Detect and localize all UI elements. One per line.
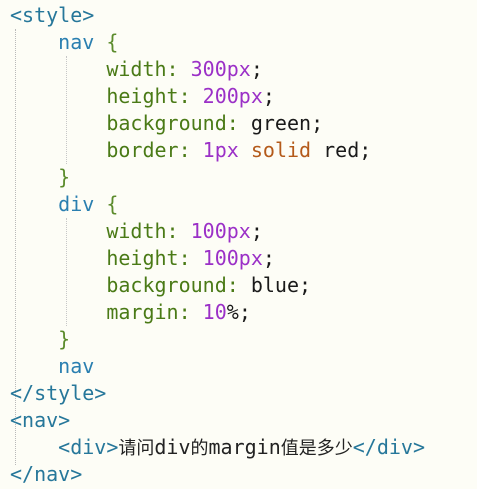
div-close-tag: </div> (352, 435, 426, 459)
question-text: 值是多少 (280, 438, 353, 459)
colon: : (226, 273, 239, 297)
nav-open-tag: <nav> (10, 408, 71, 432)
code-editor[interactable]: <style> nav { width: 300px; height: 200p… (0, 0, 477, 489)
value: blue (250, 273, 300, 297)
code-line[interactable]: border: 1px solid red; (10, 137, 371, 164)
semicolon: ; (250, 219, 263, 243)
unit: px (238, 246, 263, 270)
brace-close: } (58, 327, 71, 351)
code-line[interactable]: background: blue; (10, 272, 311, 299)
width-prop: width (106, 219, 167, 243)
colon: : (178, 138, 191, 162)
code-line[interactable]: width: 300px; (10, 56, 263, 83)
unit: px (238, 84, 263, 108)
code-line[interactable]: nav (10, 353, 94, 380)
nav-close-tag: </nav> (10, 462, 83, 486)
semicolon: ; (262, 246, 275, 270)
code-line[interactable]: height: 100px; (10, 245, 275, 272)
question-text: 的 (190, 438, 209, 459)
code-line[interactable]: div { (10, 191, 118, 218)
colon: : (226, 111, 239, 135)
div-open-tag: <div> (58, 435, 119, 459)
code-line[interactable]: } (10, 326, 70, 353)
semicolon: ; (238, 300, 251, 324)
brace-open: { (106, 192, 119, 216)
semicolon: ; (299, 273, 312, 297)
div-selector: div (58, 192, 95, 216)
height-prop: height (106, 84, 179, 108)
value: red (323, 138, 360, 162)
background-prop: background (106, 111, 227, 135)
brace-close: } (58, 165, 71, 189)
number: 100 (190, 219, 227, 243)
code-line[interactable]: background: green; (10, 110, 323, 137)
colon: : (166, 57, 179, 81)
number: 300 (190, 57, 227, 81)
keyword: solid (250, 138, 312, 162)
code-line[interactable]: </nav> (10, 461, 82, 488)
number: 100 (202, 246, 239, 270)
percent-sign: % (226, 300, 239, 324)
code-line[interactable]: <nav> (10, 407, 70, 434)
question-text: 请问 (118, 438, 155, 459)
semicolon: ; (262, 84, 275, 108)
code-line[interactable]: </style> (10, 380, 106, 407)
code-line[interactable]: } (10, 164, 70, 191)
style-close-tag: </style> (10, 381, 107, 405)
question-text: div (154, 435, 191, 459)
height-prop: height (106, 246, 179, 270)
border-prop: border (106, 138, 179, 162)
nav-selector: nav (58, 30, 95, 54)
code-line[interactable]: <style> (10, 2, 94, 29)
number: 1 (202, 138, 215, 162)
unit: px (226, 219, 251, 243)
code-line[interactable]: height: 200px; (10, 83, 275, 110)
code-line[interactable]: nav { (10, 29, 118, 56)
code-line[interactable]: <div>请问div的margin值是多少</div> (10, 434, 425, 461)
value: green (250, 111, 312, 135)
style-open-tag: <style> (10, 3, 95, 27)
colon: : (166, 219, 179, 243)
semicolon: ; (359, 138, 372, 162)
margin-prop: margin (106, 300, 179, 324)
semicolon: ; (311, 111, 324, 135)
code-line[interactable]: margin: 10%; (10, 299, 251, 326)
number: 10 (202, 300, 227, 324)
code-line[interactable]: width: 100px; (10, 218, 263, 245)
colon: : (178, 300, 191, 324)
background-prop: background (106, 273, 227, 297)
question-text: margin (208, 435, 281, 459)
colon: : (178, 84, 191, 108)
semicolon: ; (250, 57, 263, 81)
number: 200 (202, 84, 239, 108)
unit: px (226, 57, 251, 81)
unit: px (214, 138, 239, 162)
width-prop: width (106, 57, 167, 81)
stray-nav-text: nav (58, 354, 95, 378)
colon: : (178, 246, 191, 270)
brace-open: { (106, 30, 119, 54)
